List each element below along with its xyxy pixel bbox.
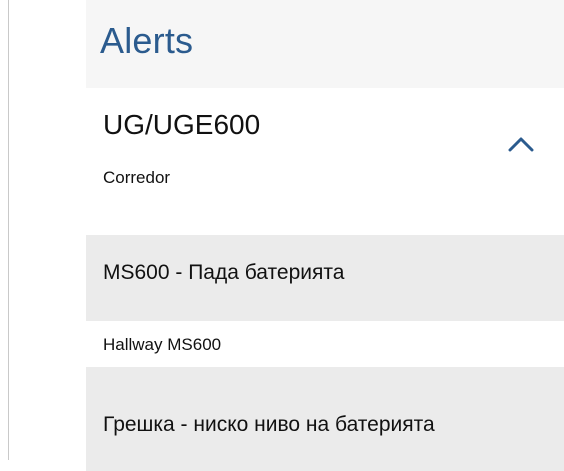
device-group-header[interactable]: UG/UGE600 Corredor (86, 88, 564, 235)
page-title: Alerts (100, 20, 194, 61)
alerts-screen: Alerts UG/UGE600 Corredor MS600 - Пада б… (0, 0, 564, 471)
alert-row-hallway[interactable]: Hallway MS600 (86, 321, 564, 367)
alert-row-label: Грешка - ниско ниво на батерията (103, 413, 435, 436)
left-divider (8, 0, 9, 460)
alert-row-label: MS600 - Пада батерията (103, 261, 345, 284)
chevron-up-icon[interactable] (507, 133, 535, 155)
alert-row-low-battery[interactable]: Грешка - ниско ниво на батерията (86, 367, 564, 471)
chevron-up-icon-graphic (508, 137, 534, 152)
panel-header: Alerts (86, 0, 564, 88)
alert-row-label: Hallway MS600 (103, 335, 222, 354)
device-group-location: Corredor (103, 168, 171, 187)
alert-row-battery-drop[interactable]: MS600 - Пада батерията (86, 235, 564, 321)
device-group-title: UG/UGE600 (103, 109, 261, 140)
alerts-panel: Alerts UG/UGE600 Corredor MS600 - Пада б… (86, 0, 564, 471)
